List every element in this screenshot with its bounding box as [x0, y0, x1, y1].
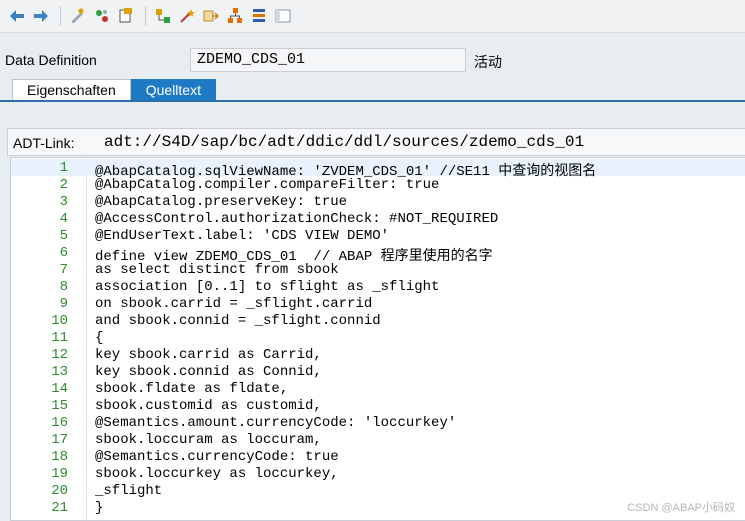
tab-quelltext[interactable]: Quelltext: [130, 79, 216, 100]
status-text: 活动: [474, 54, 502, 70]
line-number: 3: [59, 194, 68, 210]
line-number: 4: [59, 211, 68, 227]
line-number: 7: [59, 262, 68, 278]
code-text: association [0..1] to sflight as _sfligh…: [95, 279, 440, 295]
line-number: 14: [51, 381, 68, 397]
toolbar-separator: [60, 6, 61, 26]
back-icon[interactable]: [6, 5, 28, 27]
code-text: {: [95, 330, 104, 346]
navigate-icon[interactable]: [200, 5, 222, 27]
code-line[interactable]: 1 @AbapCatalog.sqlViewName: 'ZVDEM_CDS_01…: [11, 159, 745, 180]
line-number: 13: [51, 364, 68, 380]
code-line[interactable]: 10 and sbook.connid = _sflight.connid: [11, 312, 745, 329]
toolbar-separator: [145, 6, 146, 26]
code-line[interactable]: 15 sbook.customid as customid,: [11, 397, 745, 414]
tab-eigenschaften[interactable]: Eigenschaften: [12, 79, 131, 100]
toggle-change-icon[interactable]: [67, 5, 89, 27]
line-number: 6: [59, 245, 68, 261]
line-number: 15: [51, 398, 68, 414]
line-number: 20: [51, 483, 68, 499]
code-line[interactable]: 12 key sbook.carrid as Carrid,: [11, 346, 745, 363]
line-number: 5: [59, 228, 68, 244]
adt-link-row: ADT-Link: adt://S4D/sap/bc/adt/ddic/ddl/…: [7, 128, 745, 156]
line-number: 19: [51, 466, 68, 482]
code-text: sbook.loccuram as loccuram,: [95, 432, 322, 448]
definition-name-field[interactable]: ZDEMO_CDS_01: [190, 48, 466, 72]
code-line[interactable]: 14 sbook.fldate as fldate,: [11, 380, 745, 397]
code-line[interactable]: 19 sbook.loccurkey as loccurkey,: [11, 465, 745, 482]
code-line[interactable]: 16 @Semantics.amount.currencyCode: 'loccu…: [11, 414, 745, 431]
code-text: _sflight: [95, 483, 163, 499]
tab-strip: Eigenschaften Quelltext: [12, 79, 216, 100]
code-text: and sbook.connid = _sflight.connid: [95, 313, 381, 329]
code-text: sbook.customid as customid,: [95, 398, 322, 414]
wizard-icon[interactable]: [176, 5, 198, 27]
code-line[interactable]: 5 @EndUserText.label: 'CDS VIEW DEMO': [11, 227, 745, 244]
code-text: key sbook.connid as Connid,: [95, 364, 322, 380]
line-number: 9: [59, 296, 68, 312]
definition-row: Data Definition ZDEMO_CDS_01 活动: [0, 45, 745, 73]
adt-link-label: ADT-Link:: [13, 135, 75, 151]
source-code-editor[interactable]: 1 @AbapCatalog.sqlViewName: 'ZVDEM_CDS_01…: [10, 157, 745, 521]
line-number: 8: [59, 279, 68, 295]
code-text: }: [95, 500, 104, 516]
line-number: 11: [51, 330, 68, 346]
code-line[interactable]: 4 @AccessControl.authorizationCheck: #NOT…: [11, 210, 745, 227]
code-text: sbook.loccurkey as loccurkey,: [95, 466, 339, 482]
code-line[interactable]: 9 on sbook.carrid = _sflight.carrid: [11, 295, 745, 312]
line-number: 10: [51, 313, 68, 329]
adt-link-value[interactable]: adt://S4D/sap/bc/adt/ddic/ddl/sources/zd…: [104, 133, 584, 151]
code-line[interactable]: 13 key sbook.connid as Connid,: [11, 363, 745, 380]
code-text: key sbook.carrid as Carrid,: [95, 347, 322, 363]
code-text: @AbapCatalog.preserveKey: true: [95, 194, 348, 210]
line-number: 2: [59, 177, 68, 193]
line-number: 21: [51, 500, 68, 516]
layout-icon[interactable]: [272, 5, 294, 27]
hierarchy-icon[interactable]: [152, 5, 174, 27]
code-text: @AccessControl.authorizationCheck: #NOT_…: [95, 211, 499, 227]
forward-icon[interactable]: [30, 5, 52, 27]
code-text: @Semantics.amount.currencyCode: 'loccurk…: [95, 415, 457, 431]
code-text: sbook.fldate as fldate,: [95, 381, 289, 397]
code-line[interactable]: 2 @AbapCatalog.compiler.compareFilter: tr…: [11, 176, 745, 193]
copy-icon[interactable]: [115, 5, 137, 27]
activate-icon[interactable]: [91, 5, 113, 27]
line-number: 12: [51, 347, 68, 363]
code-line[interactable]: 20 _sflight: [11, 482, 745, 499]
code-line[interactable]: 8 association [0..1] to sflight as _sflig…: [11, 278, 745, 295]
code-text: @Semantics.currencyCode: true: [95, 449, 339, 465]
line-number: 1: [59, 160, 68, 176]
code-line[interactable]: 11 {: [11, 329, 745, 346]
watermark: CSDN @ABAP小码奴: [627, 502, 735, 514]
line-number: 18: [51, 449, 68, 465]
line-number: 17: [51, 432, 68, 448]
code-line[interactable]: 6 define view ZDEMO_CDS_01 // ABAP 程序里使用的…: [11, 244, 745, 265]
definition-label: Data Definition: [5, 52, 97, 68]
application-toolbar: [0, 0, 745, 33]
tab-underline: [0, 100, 745, 102]
line-number: 16: [51, 415, 68, 431]
stack-icon[interactable]: [248, 5, 270, 27]
code-line[interactable]: 18 @Semantics.currencyCode: true: [11, 448, 745, 465]
code-text: @AbapCatalog.compiler.compareFilter: tru…: [95, 177, 440, 193]
code-text: on sbook.carrid = _sflight.carrid: [95, 296, 373, 312]
code-line[interactable]: 7 as select distinct from sbook: [11, 261, 745, 278]
code-line[interactable]: 17 sbook.loccuram as loccuram,: [11, 431, 745, 448]
code-text: @EndUserText.label: 'CDS VIEW DEMO': [95, 228, 390, 244]
code-line[interactable]: 3 @AbapCatalog.preserveKey: true: [11, 193, 745, 210]
tree-icon[interactable]: [224, 5, 246, 27]
code-text: as select distinct from sbook: [95, 262, 339, 278]
